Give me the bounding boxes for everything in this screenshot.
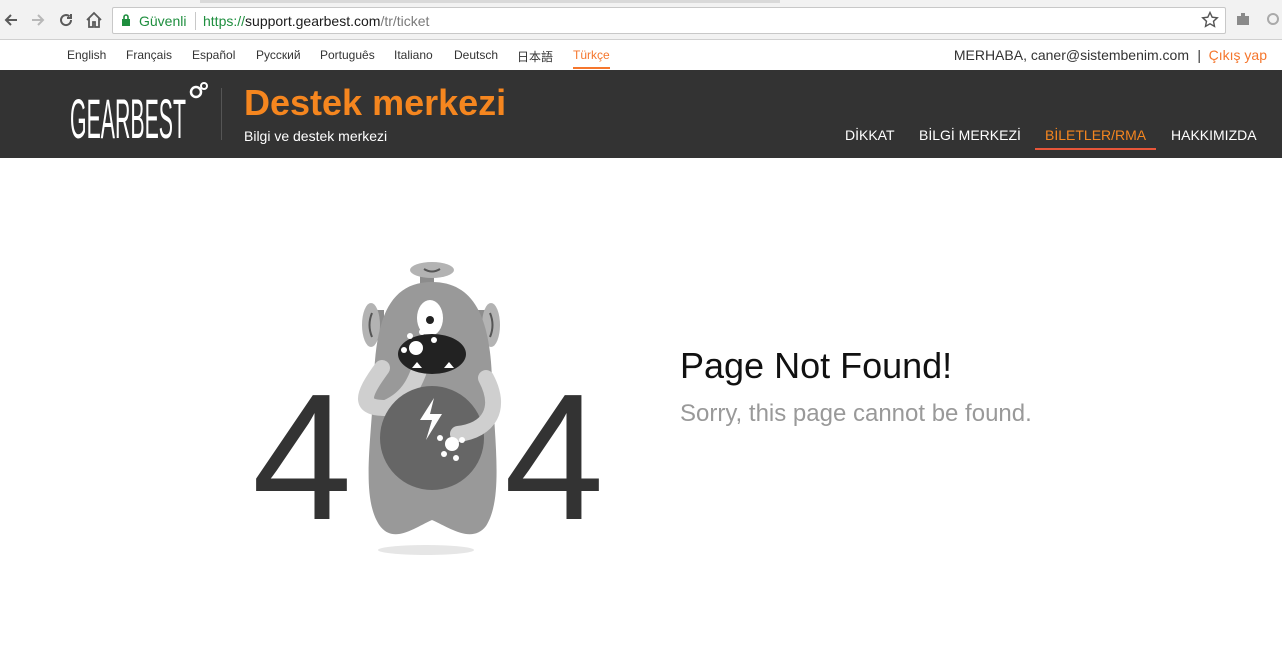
site-header: GEARBEST Destek merkezi Bilgi ve destek … [0, 70, 1282, 158]
lang-japanese[interactable]: 日本語 [517, 48, 553, 65]
active-language-underline [573, 67, 610, 69]
header-divider [221, 88, 222, 140]
active-nav-underline [1035, 148, 1156, 150]
forward-button[interactable] [27, 9, 49, 31]
back-button[interactable] [0, 9, 22, 31]
nav-bilgi-merkezi[interactable]: BİLGİ MERKEZİ [919, 127, 1021, 143]
logo-wordmark: GEARBEST [70, 87, 186, 144]
url-host: support.gearbest.com [245, 13, 381, 29]
error-digit-left: 4 [252, 357, 353, 558]
gear-icon [189, 82, 208, 99]
page-subtitle: Bilgi ve destek merkezi [244, 128, 388, 144]
language-bar: English Français Español Русский Portugu… [0, 40, 1282, 70]
lang-spanish[interactable]: Español [192, 48, 235, 62]
lock-icon [122, 14, 130, 26]
secure-label: Güvenli [139, 13, 187, 29]
home-icon [86, 11, 102, 28]
extension-icon[interactable] [1234, 10, 1252, 28]
bookmark-star-icon[interactable] [1201, 11, 1219, 29]
page-title: Destek merkezi [244, 82, 507, 123]
back-arrow-icon [4, 14, 17, 26]
not-found-message: Sorry, this page cannot be found. [680, 400, 1032, 427]
lang-russian[interactable]: Русский [256, 48, 301, 62]
greeting-separator: | [1197, 47, 1201, 63]
not-found-title: Page Not Found! [680, 345, 953, 386]
logout-link[interactable]: Çıkış yap [1209, 47, 1267, 63]
url-scheme: https:// [203, 13, 246, 29]
lang-english[interactable]: English [67, 48, 106, 62]
home-button[interactable] [83, 9, 105, 31]
monster-illustration [358, 262, 502, 555]
reload-button[interactable] [55, 9, 77, 31]
user-greeting: MERHABA, caner@sistembenim.com [953, 47, 1189, 63]
url-path: /tr/ticket [380, 13, 430, 29]
lang-turkish[interactable]: Türkçe [573, 48, 610, 62]
nav-dikkat[interactable]: DİKKAT [845, 127, 895, 143]
gearbest-logo[interactable]: GEARBEST [70, 82, 210, 144]
forward-arrow-icon [32, 14, 45, 26]
reload-icon [60, 14, 73, 27]
lang-italian[interactable]: Italiano [394, 48, 433, 62]
address-bar[interactable]: Güvenli https://support.gearbest.com/tr/… [112, 7, 1226, 34]
extension-icon-2[interactable] [1266, 12, 1280, 26]
address-divider [195, 12, 196, 30]
lang-portuguese[interactable]: Português [320, 48, 375, 62]
url-text[interactable]: https://support.gearbest.com/tr/ticket [203, 13, 429, 29]
lang-french[interactable]: Français [126, 48, 172, 62]
lang-german[interactable]: Deutsch [454, 48, 498, 62]
browser-toolbar: Güvenli https://support.gearbest.com/tr/… [0, 0, 1282, 40]
nav-biletler-rma[interactable]: BİLETLER/RMA [1045, 127, 1146, 143]
nav-hakkimizda[interactable]: HAKKIMIZDA [1171, 127, 1257, 143]
tab-strip [200, 0, 780, 3]
